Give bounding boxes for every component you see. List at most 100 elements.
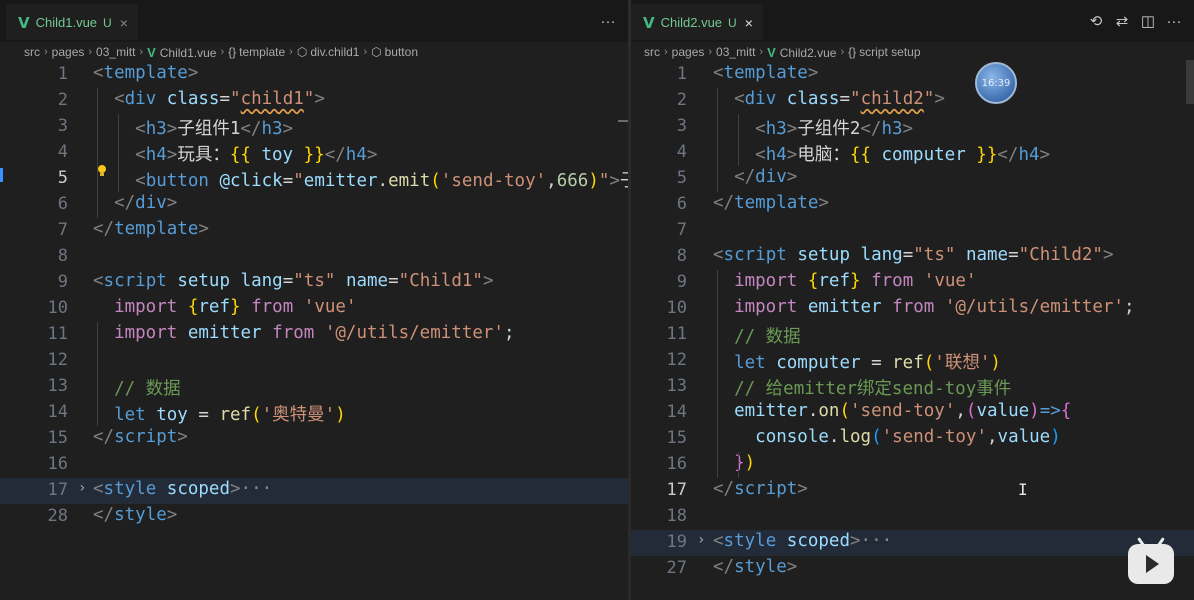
breadcrumb-item[interactable]: {} template — [228, 45, 285, 59]
line-number: 6 — [676, 194, 687, 214]
code-line[interactable]: 14 emitter.on('send-toy',(value)=>{ — [631, 400, 1194, 426]
breadcrumb-item[interactable]: ⬡ button — [371, 45, 418, 59]
code-token: { — [807, 271, 819, 291]
breadcrumb-label: Child1.vue — [159, 45, 217, 60]
code-token: '@/utils/emitter' — [324, 323, 504, 343]
lightbulb-icon[interactable] — [97, 164, 107, 178]
breadcrumb-item[interactable]: ⬡ div.child1 — [297, 45, 360, 59]
breadcrumb-item[interactable]: V Child2.vue — [767, 45, 836, 60]
split-icon[interactable]: ◫ — [1140, 12, 1156, 30]
close-icon[interactable]: × — [745, 15, 753, 31]
code-text: // 数据 — [93, 375, 181, 400]
code-line[interactable]: 5 <button @click="emitter.emit('send-toy… — [0, 166, 628, 192]
code-line[interactable]: 28 </style> — [0, 504, 628, 530]
code-text: import emitter from '@/utils/emitter'; — [93, 323, 514, 343]
more-icon[interactable]: ··· — [1166, 13, 1182, 30]
fold-chevron-icon[interactable]: › — [697, 532, 705, 548]
breadcrumb-item[interactable]: 03_mitt — [96, 45, 135, 59]
breadcrumb-item[interactable]: src — [24, 45, 40, 59]
code-token: => — [1039, 401, 1061, 421]
code-token: , — [986, 427, 998, 447]
code-token: < — [93, 479, 104, 499]
code-token: } — [850, 271, 861, 291]
code-editor[interactable]: 1 <template> 2 <div class="child1"> 3 <h3>子… — [0, 62, 628, 600]
code-line[interactable]: 7 — [631, 218, 1194, 244]
close-icon[interactable]: × — [120, 15, 128, 31]
tab-child2[interactable]: V Child2.vue U × — [631, 4, 763, 40]
code-token: ( — [871, 427, 882, 447]
code-editor[interactable]: 1 <template> 2 <div class="child2"> 3 <h3>子… — [631, 62, 1194, 600]
code-line[interactable]: 11 import emitter from '@/utils/emitter'… — [0, 322, 628, 348]
code-line[interactable]: 2 <div class="child2"> — [631, 88, 1194, 114]
breadcrumb-item[interactable]: V Child1.vue — [147, 45, 216, 60]
code-text: emitter.on('send-toy',(value)=>{ — [713, 401, 1071, 421]
line-number: 15 — [666, 428, 687, 448]
breadcrumb-item[interactable]: 03_mitt — [716, 45, 755, 59]
breadcrumb-item[interactable]: {} script setup — [848, 45, 920, 59]
code-line[interactable]: 1 <template> — [631, 62, 1194, 88]
code-line[interactable]: 13 // 给emitter绑定send-toy事件 — [631, 374, 1194, 400]
chevron-right-icon: › — [289, 46, 293, 58]
code-line[interactable]: 7 </template> — [0, 218, 628, 244]
code-text: <script setup lang="ts" name="Child1"> — [93, 271, 494, 291]
code-line[interactable]: 15 console.log('send-toy',value) — [631, 426, 1194, 452]
code-line[interactable]: 12 let computer = ref('联想') — [631, 348, 1194, 374]
code-line[interactable]: 4 <h4>电脑：{{ computer }}</h4> — [631, 140, 1194, 166]
code-line[interactable]: 14 let toy = ref('奥特曼') — [0, 400, 628, 426]
code-line[interactable]: 15 </script> — [0, 426, 628, 452]
breadcrumb-item[interactable]: pages — [52, 45, 85, 59]
more-actions-icon[interactable]: ··· — [600, 13, 616, 30]
code-line[interactable]: 1 <template> — [0, 62, 628, 88]
code-token: > — [177, 427, 188, 447]
breadcrumb-item[interactable]: pages — [672, 45, 705, 59]
line-number: 7 — [57, 220, 68, 240]
code-line[interactable]: 27 </style> — [631, 556, 1194, 582]
code-line[interactable]: 9 import {ref} from 'vue' — [631, 270, 1194, 296]
code-line[interactable]: 17 </script> — [631, 478, 1194, 504]
code-line[interactable]: 19 › <style scoped>··· — [631, 530, 1194, 556]
code-line[interactable]: 13 // 数据 — [0, 374, 628, 400]
code-line[interactable]: 3 <h3>子组件2</h3> — [631, 114, 1194, 140]
code-line[interactable]: 16 }) — [631, 452, 1194, 478]
code-line[interactable]: 6 </div> — [0, 192, 628, 218]
scrollbar-thumb[interactable] — [1186, 60, 1194, 104]
code-text: import {ref} from 'vue' — [93, 297, 356, 317]
code-token: " — [293, 171, 304, 191]
breadcrumb-label: div.child1 — [310, 45, 360, 59]
line-number: 11 — [666, 324, 687, 344]
code-line[interactable]: 8 — [0, 244, 628, 270]
code-line[interactable]: 12 — [0, 348, 628, 374]
code-line[interactable]: 8 <script setup lang="ts" name="Child2"> — [631, 244, 1194, 270]
code-line[interactable]: 6 </template> — [631, 192, 1194, 218]
code-line[interactable]: 10 import {ref} from 'vue' — [0, 296, 628, 322]
element-icon: ⬡ — [296, 45, 308, 59]
code-line[interactable]: 11 // 数据 — [631, 322, 1194, 348]
code-line[interactable]: 9 <script setup lang="ts" name="Child1"> — [0, 270, 628, 296]
history-icon[interactable]: ⟲ — [1088, 12, 1104, 30]
code-line[interactable]: 17 › <style scoped>··· — [0, 478, 628, 504]
code-line[interactable]: 2 <div class="child1"> — [0, 88, 628, 114]
chevron-right-icon: › — [708, 46, 713, 58]
code-line[interactable]: 18 — [631, 504, 1194, 530]
breadcrumb-label: template — [239, 45, 286, 59]
code-text: <script setup lang="ts" name="Child2"> — [713, 245, 1114, 265]
code-line[interactable]: 3 <h3>子组件1</h3> — [0, 114, 628, 140]
code-line[interactable]: 5 </div> — [631, 166, 1194, 192]
tab-child1[interactable]: V Child1.vue U × — [6, 4, 138, 40]
code-token: computer — [776, 353, 861, 373]
compare-icon[interactable]: ⇄ — [1114, 12, 1130, 30]
line-number: 12 — [47, 350, 68, 370]
fold-chevron-icon[interactable]: › — [78, 480, 86, 496]
code-line[interactable]: 10 import emitter from '@/utils/emitter'… — [631, 296, 1194, 322]
code-line[interactable]: 4 <h4>玩具：{{ toy }}</h4> — [0, 140, 628, 166]
code-token: @click — [219, 171, 283, 191]
code-line[interactable]: 16 — [0, 452, 628, 478]
breadcrumb-item[interactable]: src — [644, 45, 660, 59]
code-token: < — [93, 63, 104, 83]
line-number: 8 — [676, 246, 687, 266]
code-token: ref — [892, 353, 924, 373]
